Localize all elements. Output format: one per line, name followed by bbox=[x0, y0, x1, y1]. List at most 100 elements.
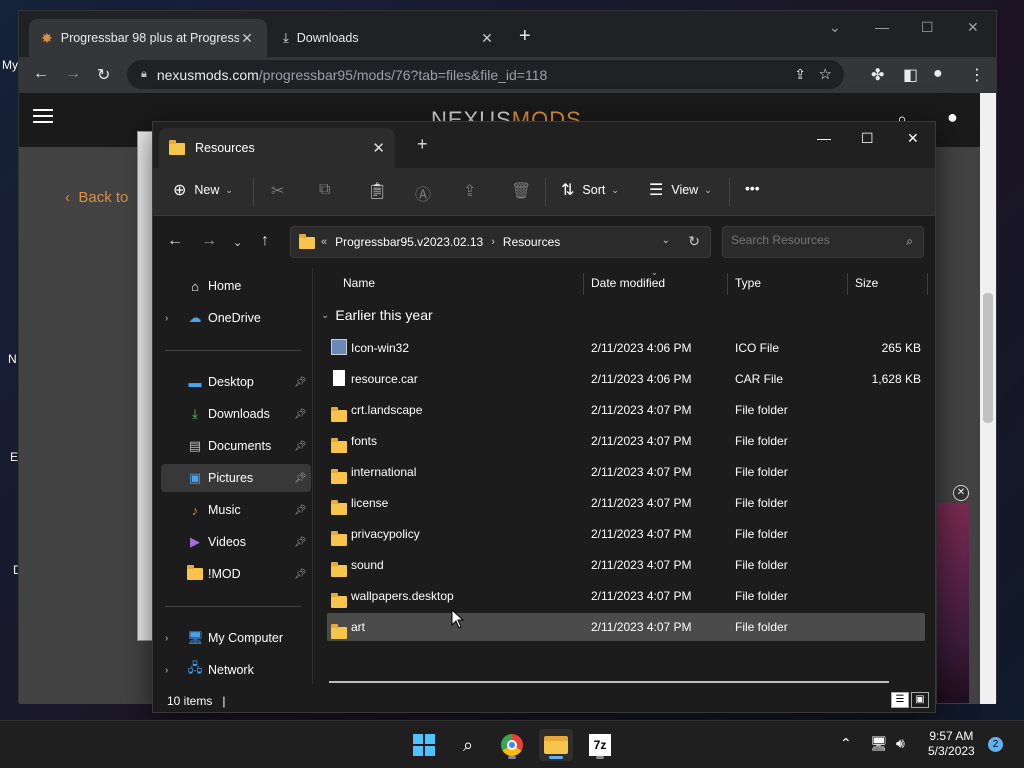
forward-icon[interactable]: → bbox=[201, 232, 217, 250]
nav-item-home[interactable]: ⌂ Home bbox=[153, 272, 313, 300]
explorer-tab-resources[interactable]: Resources ✕ bbox=[159, 128, 395, 168]
file-row[interactable]: privacypolicy 2/11/2023 4:07 PM File folde… bbox=[327, 520, 925, 548]
address-bar[interactable]: « Progressbar95.v2023.02.13 › Resources … bbox=[290, 226, 711, 258]
pin-icon[interactable]: 📌︎ bbox=[294, 505, 307, 516]
close-tab-icon[interactable]: ✕ bbox=[479, 30, 495, 47]
search-box[interactable]: ⌕ bbox=[722, 226, 924, 258]
file-row[interactable]: sound 2/11/2023 4:07 PM File folder bbox=[327, 551, 925, 579]
search-input[interactable] bbox=[731, 233, 891, 247]
file-row[interactable]: international 2/11/2023 4:07 PM File folde… bbox=[327, 458, 925, 486]
browser-tab-nexusmods[interactable]: ✸ Progressbar 98 plus at Progressb ✕ bbox=[29, 19, 267, 57]
promo-banner[interactable] bbox=[937, 503, 969, 703]
taskbar-chrome[interactable] bbox=[495, 729, 529, 761]
file-row[interactable]: Icon-win32 2/11/2023 4:06 PM ICO File 265 K… bbox=[327, 334, 925, 362]
nav-item-network[interactable]: › 🖧︎ Network bbox=[153, 656, 313, 684]
nav-item-videos[interactable]: ▶ Videos 📌︎ bbox=[153, 528, 313, 556]
user-icon[interactable]: ● bbox=[947, 107, 958, 128]
notification-badge[interactable]: 2 bbox=[988, 737, 1003, 752]
nav-item-documents[interactable]: ▤ Documents 📌︎ bbox=[153, 432, 313, 460]
minimize-icon[interactable]: — bbox=[817, 130, 831, 146]
close-ad-icon[interactable]: ✕ bbox=[953, 485, 969, 501]
forward-icon[interactable]: → bbox=[65, 65, 81, 83]
desktop-label[interactable]: My bbox=[2, 58, 18, 72]
close-tab-icon[interactable]: ✕ bbox=[239, 30, 255, 47]
pin-icon[interactable]: 📌︎ bbox=[294, 441, 307, 452]
search-icon[interactable]: ⌕ bbox=[906, 234, 913, 249]
close-window-icon[interactable]: ✕ bbox=[907, 130, 919, 147]
start-button[interactable] bbox=[407, 729, 441, 761]
nav-item-desktop[interactable]: ▬ Desktop 📌︎ bbox=[153, 368, 313, 396]
more-options-button[interactable]: ••• bbox=[745, 180, 760, 196]
back-icon[interactable]: ← bbox=[167, 232, 183, 250]
chevron-down-icon[interactable]: ⌄ bbox=[662, 235, 670, 246]
address-bar[interactable]: 🔒︎ nexusmods.com/progressbar95/mods/76?t… bbox=[127, 60, 844, 89]
pin-icon[interactable]: 📌︎ bbox=[294, 473, 307, 484]
file-row[interactable]: art 2/11/2023 4:07 PM File folder bbox=[327, 613, 925, 641]
up-icon[interactable]: ↑ bbox=[261, 232, 269, 250]
profile-icon[interactable]: ● bbox=[933, 65, 943, 83]
paste-icon[interactable]: 📋︎ bbox=[367, 181, 387, 201]
close-tab-icon[interactable]: ✕ bbox=[372, 139, 385, 157]
taskbar-file-explorer[interactable] bbox=[539, 729, 573, 761]
view-button[interactable]: ☰ View ⌄ bbox=[649, 180, 712, 200]
copy-icon[interactable]: ⧉ bbox=[319, 181, 330, 199]
bookmark-star-icon[interactable]: ☆ bbox=[819, 65, 832, 83]
desktop-label[interactable]: N bbox=[8, 352, 17, 366]
pin-icon[interactable]: 📌︎ bbox=[294, 537, 307, 548]
taskbar-7zip[interactable]: 7z bbox=[583, 729, 617, 761]
details-view-icon[interactable]: ☰ bbox=[891, 692, 909, 708]
recent-locations-icon[interactable]: ⌄ bbox=[233, 236, 242, 249]
new-tab-button[interactable]: + bbox=[417, 134, 428, 155]
tiles-view-icon[interactable]: ▣ bbox=[911, 692, 929, 708]
pin-icon[interactable]: 📌︎ bbox=[294, 377, 307, 388]
nav-item-my-computer[interactable]: › 🖥︎ My Computer bbox=[153, 624, 313, 652]
nav-item-onedrive[interactable]: › ☁ OneDrive bbox=[153, 304, 313, 332]
overflow-icon[interactable]: « bbox=[321, 236, 327, 248]
cut-icon[interactable]: ✂ bbox=[271, 181, 284, 201]
maximize-icon[interactable]: ☐ bbox=[921, 19, 934, 36]
close-window-icon[interactable]: ✕ bbox=[967, 19, 979, 36]
browser-tab-downloads[interactable]: ⤓ Downloads ✕ bbox=[271, 19, 507, 57]
reload-icon[interactable]: ↻ bbox=[97, 65, 110, 85]
new-tab-button[interactable]: + bbox=[519, 25, 531, 48]
group-header[interactable]: ⌄ Earlier this year bbox=[315, 304, 433, 326]
rename-icon[interactable]: Ⓐ bbox=[415, 181, 431, 205]
nav-item-pictures[interactable]: ▣ Pictures 📌︎ bbox=[161, 464, 311, 492]
page-scrollbar[interactable] bbox=[980, 93, 996, 704]
desktop-label[interactable]: E bbox=[10, 450, 18, 464]
column-header-type[interactable]: Type bbox=[735, 268, 761, 298]
show-hidden-icons-icon[interactable]: ⌃ bbox=[840, 735, 852, 752]
taskbar-search-button[interactable]: ⌕ bbox=[451, 729, 485, 761]
hamburger-menu-icon[interactable] bbox=[33, 109, 53, 123]
refresh-icon[interactable]: ↻ bbox=[688, 233, 700, 250]
horizontal-scrollbar[interactable] bbox=[329, 681, 889, 683]
chevron-down-icon[interactable]: ⌄ bbox=[321, 310, 329, 321]
minimize-icon[interactable]: — bbox=[875, 19, 889, 35]
file-row[interactable]: license 2/11/2023 4:07 PM File folder bbox=[327, 489, 925, 517]
back-icon[interactable]: ← bbox=[33, 65, 49, 83]
new-button[interactable]: ⊕ New ⌄ bbox=[173, 180, 233, 200]
address-url[interactable]: nexusmods.com/progressbar95/mods/76?tab=… bbox=[157, 67, 547, 83]
menu-dots-icon[interactable]: ⋮ bbox=[969, 65, 985, 85]
sort-button[interactable]: ⇅ Sort ⌄ bbox=[561, 180, 619, 200]
share-icon[interactable]: ⇪ bbox=[463, 181, 476, 201]
tab-search-icon[interactable]: ⌄ bbox=[829, 19, 841, 36]
pin-icon[interactable]: 📌︎ bbox=[294, 569, 307, 580]
file-row[interactable]: fonts 2/11/2023 4:07 PM File folder bbox=[327, 427, 925, 455]
back-to-link[interactable]: ‹ Back to bbox=[65, 189, 128, 206]
file-row[interactable]: crt.landscape 2/11/2023 4:07 PM File folde… bbox=[327, 396, 925, 424]
chevron-right-icon[interactable]: › bbox=[165, 665, 168, 676]
nav-item-music[interactable]: ♪ Music 📌︎ bbox=[153, 496, 313, 524]
side-panel-icon[interactable]: ◧ bbox=[903, 65, 918, 85]
scrollbar-thumb[interactable] bbox=[983, 293, 993, 423]
pin-icon[interactable]: 📌︎ bbox=[294, 409, 307, 420]
maximize-icon[interactable]: ☐ bbox=[861, 130, 874, 147]
chevron-right-icon[interactable]: › bbox=[165, 313, 168, 324]
network-status-icon[interactable]: 🖥︎ bbox=[870, 735, 888, 752]
nav-item-mod[interactable]: !MOD 📌︎ bbox=[153, 560, 313, 588]
system-clock[interactable]: 9:57 AM 5/3/2023 bbox=[928, 729, 975, 759]
delete-icon[interactable]: 🗑︎ bbox=[511, 181, 531, 201]
chevron-right-icon[interactable]: › bbox=[165, 633, 168, 644]
share-icon[interactable]: ⇪ bbox=[794, 66, 806, 83]
file-row[interactable]: wallpapers.desktop 2/11/2023 4:07 PM File … bbox=[327, 582, 925, 610]
